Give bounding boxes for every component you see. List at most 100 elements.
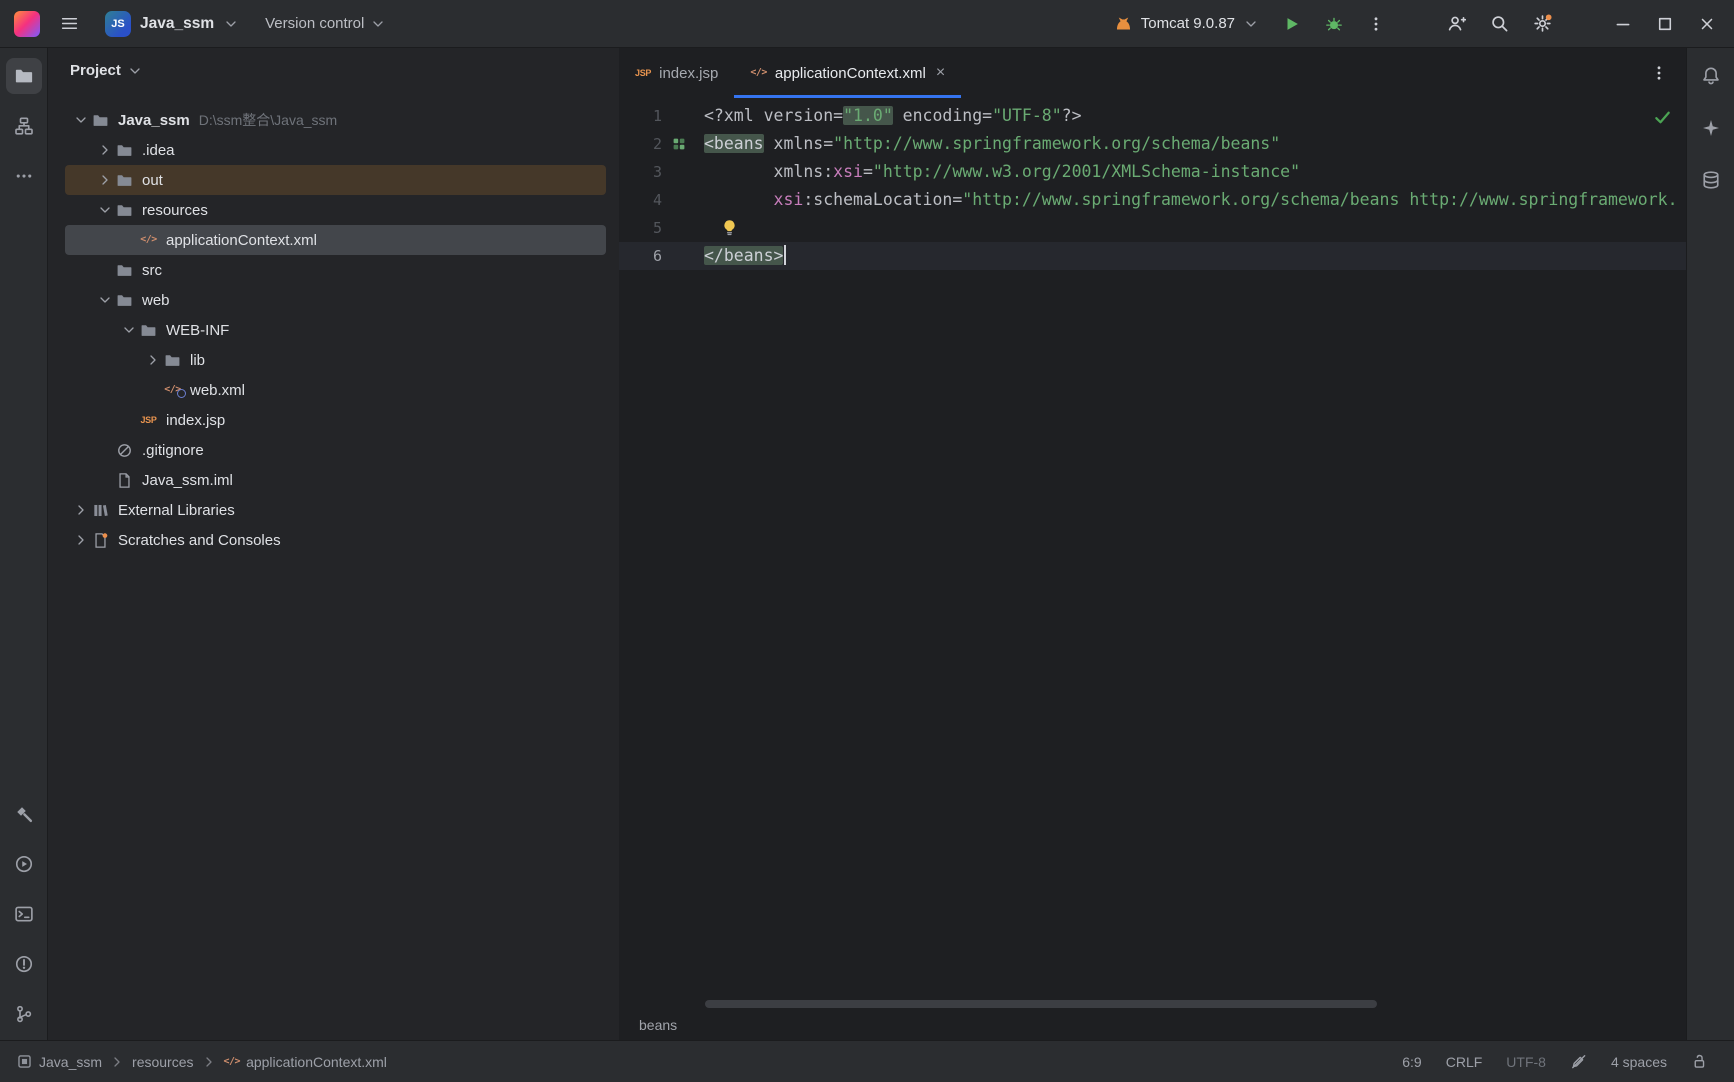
tree-item-web-xml[interactable]: </>web.xml (65, 375, 606, 405)
chevron-down-icon[interactable] (120, 322, 138, 338)
xml-file-icon: </> (750, 68, 767, 78)
ai-assistant-button[interactable] (1693, 110, 1729, 146)
more-actions-icon[interactable] (1367, 15, 1385, 33)
minimize-button[interactable] (1614, 15, 1632, 33)
tree-item-src[interactable]: src (65, 255, 606, 285)
scratch-icon (90, 532, 111, 549)
line-number: 5 (619, 214, 704, 242)
run-configuration-selector[interactable]: Tomcat 9.0.87 (1114, 14, 1259, 33)
settings-gear-icon[interactable] (1533, 14, 1552, 33)
chevron-right-icon[interactable] (96, 142, 114, 158)
intention-bulb-icon[interactable] (720, 218, 739, 237)
status-file[interactable]: </>applicationContext.xml (224, 1054, 387, 1070)
project-tree: Java_ssmD:\ssm整合\Java_ssm.ideaoutresourc… (48, 85, 619, 555)
project-panel-header[interactable]: Project (48, 48, 619, 85)
status-path-label: Java_ssm (39, 1054, 102, 1070)
tool-window-version-control-button[interactable] (6, 996, 42, 1032)
code-area[interactable]: 1<?xml version="1.0" encoding="UTF-8"?>2… (619, 98, 1686, 1010)
inspections-ok-icon[interactable] (1653, 108, 1672, 127)
build-icon (14, 804, 34, 824)
more-tool-windows-button[interactable] (6, 158, 42, 194)
tree-item-label: index.jsp (166, 412, 225, 429)
tree-item-lib[interactable]: lib (65, 345, 606, 375)
tool-window-structure-button[interactable] (6, 108, 42, 144)
maximize-button[interactable] (1656, 15, 1674, 33)
tool-window-services-button[interactable] (6, 846, 42, 882)
editor: JSPindex.jsp</>applicationContext.xml× 1… (619, 48, 1686, 1040)
chevron-right-icon[interactable] (144, 352, 162, 368)
line-separator[interactable]: CRLF (1446, 1054, 1483, 1070)
tree-item-java-ssm-iml[interactable]: Java_ssm.iml (65, 465, 606, 495)
code-line-6[interactable]: 6</beans> (619, 242, 1686, 270)
debug-button[interactable] (1325, 15, 1343, 33)
tree-item-java-ssm[interactable]: Java_ssmD:\ssm整合\Java_ssm (65, 105, 606, 135)
code-line-3[interactable]: 3 xmlns:xsi="http://www.w3.org/2001/XMLS… (619, 158, 1686, 186)
readonly-toggle-icon[interactable] (1570, 1053, 1587, 1070)
close-button[interactable] (1698, 15, 1716, 33)
tree-item-external-libraries[interactable]: External Libraries (65, 495, 606, 525)
caret-position[interactable]: 6:9 (1402, 1054, 1421, 1070)
chevron-down-icon[interactable] (72, 112, 90, 128)
chevron-right-icon[interactable] (96, 172, 114, 188)
chevron-right-icon[interactable] (72, 532, 90, 548)
chevron-down-icon[interactable] (96, 202, 114, 218)
horizontal-scrollbar[interactable] (705, 1000, 1377, 1008)
chevron-right-icon[interactable] (72, 502, 90, 518)
run-button[interactable] (1283, 15, 1301, 33)
notifications-button[interactable] (1693, 58, 1729, 94)
status-module[interactable]: Java_ssm (16, 1053, 102, 1070)
tab-bar: JSPindex.jsp</>applicationContext.xml× (619, 48, 1686, 98)
tomcat-icon (1114, 14, 1133, 33)
tool-window-problems-button[interactable] (6, 946, 42, 982)
search-icon[interactable] (1490, 14, 1509, 33)
bell-icon (1701, 66, 1721, 86)
editor-options-icon[interactable] (1650, 64, 1668, 82)
tree-item-idea[interactable]: .idea (65, 135, 606, 165)
chevron-down-icon (223, 16, 239, 32)
code-line-2[interactable]: 2<beans xmlns="http://www.springframewor… (619, 130, 1686, 158)
jsp-file-icon: JSP (635, 69, 651, 78)
git-icon (14, 1004, 34, 1024)
file-lock-icon[interactable] (1691, 1053, 1708, 1070)
code-with-me-icon[interactable] (1447, 14, 1466, 33)
left-toolbar (0, 48, 48, 1040)
tree-item-label: web (142, 292, 170, 309)
project-folder-icon (14, 66, 34, 86)
tab-index-jsp[interactable]: JSPindex.jsp (619, 48, 734, 98)
code-line-4[interactable]: 4 xsi:schemaLocation="http://www.springf… (619, 186, 1686, 214)
chevron-down-icon (1243, 16, 1259, 32)
vcs-widget[interactable]: Version control (265, 15, 386, 32)
tree-item-web-inf[interactable]: WEB-INF (65, 315, 606, 345)
code-line-1[interactable]: 1<?xml version="1.0" encoding="UTF-8"?> (619, 102, 1686, 130)
chevron-down-icon[interactable] (96, 292, 114, 308)
tree-item-index-jsp[interactable]: JSPindex.jsp (65, 405, 606, 435)
file-encoding[interactable]: UTF-8 (1506, 1054, 1546, 1070)
status-folder[interactable]: resources (132, 1054, 193, 1070)
tool-window-build-button[interactable] (6, 796, 42, 832)
tree-item-scratches-and-consoles[interactable]: Scratches and Consoles (65, 525, 606, 555)
intellij-logo (14, 11, 40, 37)
terminal-icon (14, 904, 34, 924)
tree-item-applicationcontext-xml[interactable]: </>applicationContext.xml (65, 225, 606, 255)
tree-item-web[interactable]: web (65, 285, 606, 315)
tree-item-label: WEB-INF (166, 322, 229, 339)
project-widget[interactable]: JS Java_ssm (99, 7, 245, 41)
chevron-down-icon (370, 16, 386, 32)
close-tab-icon[interactable]: × (936, 65, 945, 81)
tree-item-resources[interactable]: resources (65, 195, 606, 225)
tool-window-database-button[interactable] (1693, 162, 1729, 198)
tool-window-terminal-button[interactable] (6, 896, 42, 932)
spring-bean-gutter-icon[interactable] (671, 136, 687, 152)
panel-title: Project (70, 62, 121, 79)
tree-item-label: .gitignore (142, 442, 204, 459)
main-menu-icon[interactable] (60, 14, 79, 33)
web-xml-file-icon: </> (162, 385, 183, 395)
tree-item-gitignore[interactable]: .gitignore (65, 435, 606, 465)
tab-applicationcontext-xml[interactable]: </>applicationContext.xml× (734, 48, 961, 98)
folder-icon (114, 172, 135, 189)
tool-window-project-button[interactable] (6, 58, 42, 94)
code-line-5[interactable]: 5 (619, 214, 1686, 242)
tree-item-out[interactable]: out (65, 165, 606, 195)
breadcrumb-item[interactable]: beans (639, 1017, 677, 1033)
indent-style[interactable]: 4 spaces (1611, 1054, 1667, 1070)
